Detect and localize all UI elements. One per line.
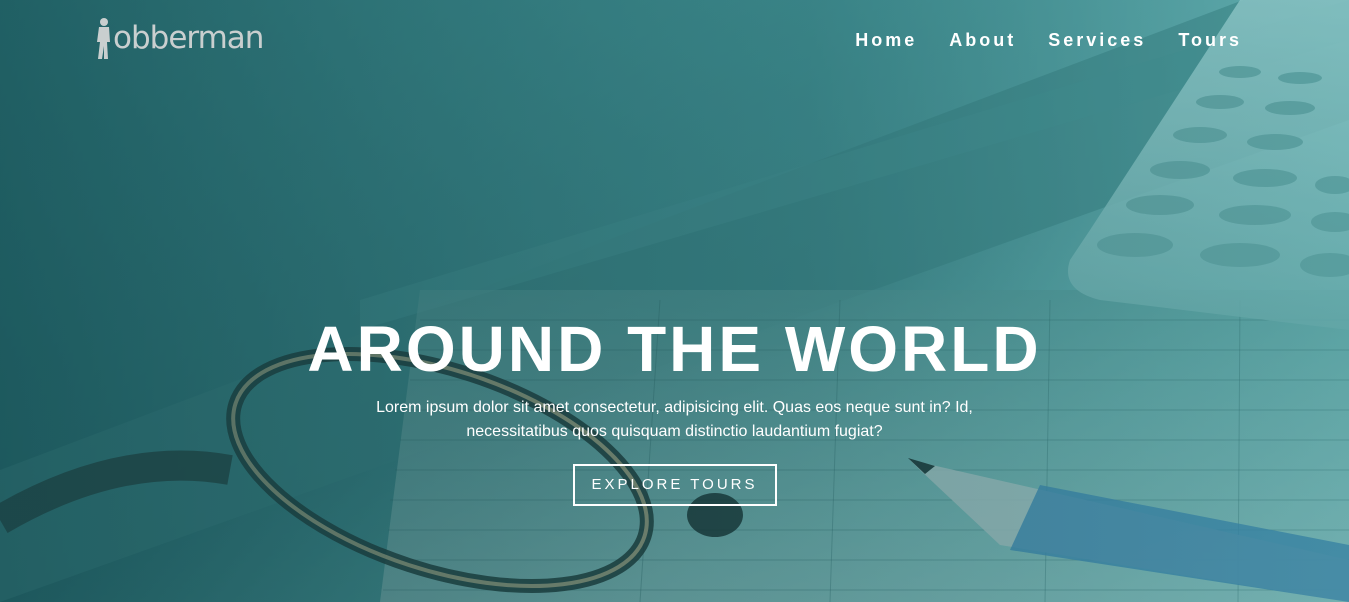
hero-subtitle: Lorem ipsum dolor sit amet consectetur, … <box>376 399 973 440</box>
hero-title: AROUND THE WORLD <box>307 313 1042 385</box>
brand-logo[interactable]: obberman <box>93 16 273 60</box>
hero-content: AROUND THE WORLD Lorem ipsum dolor sit a… <box>0 312 1349 506</box>
logo-text: obberman <box>113 20 264 56</box>
main-nav: Home About Services Tours <box>823 29 1242 51</box>
nav-item-about[interactable]: About <box>949 29 1016 51</box>
hero-overlay <box>0 0 1349 602</box>
nav-item-services[interactable]: Services <box>1048 29 1146 51</box>
nav-item-home[interactable]: Home <box>855 29 917 51</box>
person-silhouette-icon <box>97 18 110 59</box>
nav-item-tours[interactable]: Tours <box>1178 29 1242 51</box>
hero-section: obberman Home About Services Tours AROUN… <box>0 0 1349 602</box>
explore-tours-button[interactable]: EXPLORE TOURS <box>572 464 777 506</box>
